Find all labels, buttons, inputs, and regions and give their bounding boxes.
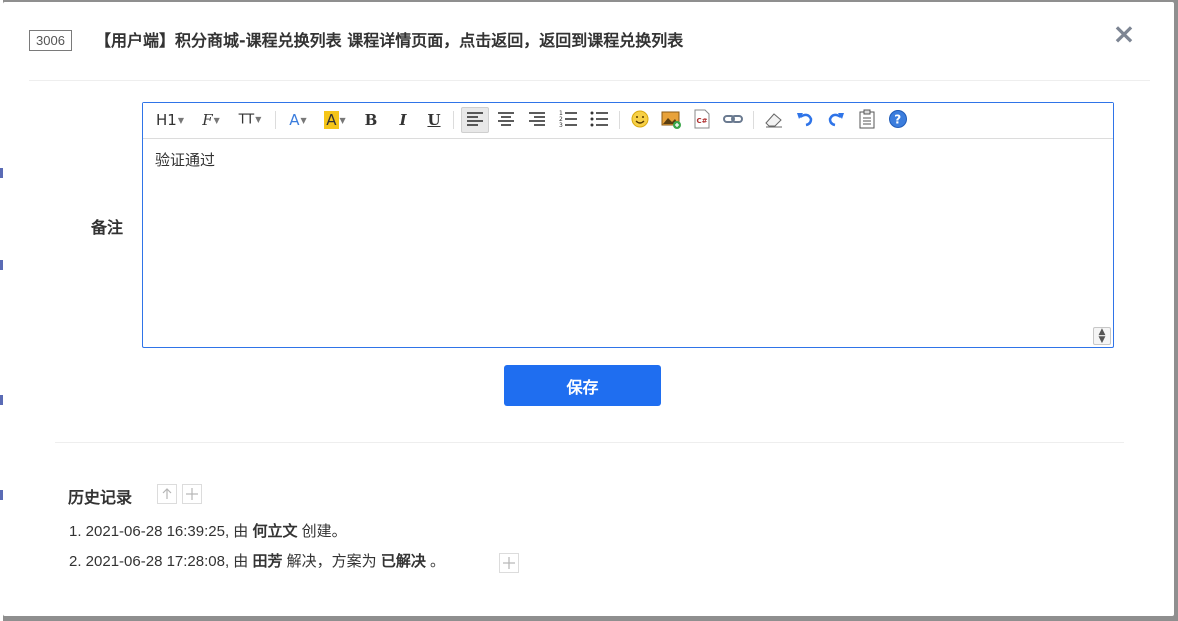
font-family-icon[interactable]: F▼ xyxy=(197,108,225,132)
toolbar-separator xyxy=(619,111,620,129)
emoji-icon[interactable] xyxy=(627,108,653,132)
align-center-icon[interactable] xyxy=(493,108,519,132)
align-left-icon[interactable] xyxy=(461,107,489,133)
note-label: 备注 xyxy=(91,218,124,237)
undo-icon[interactable] xyxy=(792,108,818,132)
redo-icon[interactable] xyxy=(823,108,849,132)
svg-text:3: 3 xyxy=(559,122,563,129)
id-badge: 3006 xyxy=(29,30,72,51)
history-title: 历史记录 xyxy=(68,488,133,507)
toolbar-separator xyxy=(275,111,276,129)
detail-dialog: 3006 【用户端】积分商城-课程兑换列表 课程详情页面，点击返回，返回到课程兑… xyxy=(3,2,1174,616)
ordered-list-icon[interactable]: 123 xyxy=(555,108,581,132)
history-entry: 2. 2021-06-28 17:28:08, 由 田芳 解决，方案为 已解决 … xyxy=(69,553,446,570)
history-result: 已解决 xyxy=(380,553,426,570)
dialog-header: 3006 【用户端】积分商城-课程兑换列表 课程详情页面，点击返回，返回到课程兑… xyxy=(3,2,1174,80)
svg-text:?: ? xyxy=(894,113,901,127)
editor-toolbar: H1▼ F▼ TT▼ A▼ A ▼ B I U 123 C# ? xyxy=(143,103,1113,139)
heading-icon[interactable]: H1▼ xyxy=(153,108,187,132)
plus-icon[interactable] xyxy=(182,484,202,504)
font-color-icon[interactable]: A▼ xyxy=(284,108,312,132)
divider xyxy=(55,442,1124,443)
toolbar-separator xyxy=(753,111,754,129)
font-size-icon[interactable]: TT▼ xyxy=(235,108,265,132)
save-button[interactable]: 保存 xyxy=(504,365,661,406)
history-entry: 1. 2021-06-28 16:39:25, 由 何立文 创建。 xyxy=(69,523,347,540)
code-icon[interactable]: C# xyxy=(689,108,715,132)
align-right-icon[interactable] xyxy=(524,108,550,132)
underline-icon[interactable]: U xyxy=(422,108,446,132)
link-icon[interactable] xyxy=(720,108,746,132)
highlight-color-icon[interactable]: A ▼ xyxy=(320,108,350,132)
history-user: 田芳 xyxy=(252,553,283,570)
rich-text-editor[interactable]: H1▼ F▼ TT▼ A▼ A ▼ B I U 123 C# ? 验证通过 ▲ … xyxy=(142,102,1114,348)
close-icon[interactable]: × xyxy=(1112,20,1136,48)
paste-icon[interactable] xyxy=(854,108,880,132)
italic-icon[interactable]: I xyxy=(391,108,415,132)
eraser-icon[interactable] xyxy=(761,108,787,132)
dialog-title: 【用户端】积分商城-课程兑换列表 课程详情页面，点击返回，返回到课程兑换列表 xyxy=(95,31,684,50)
bold-icon[interactable]: B xyxy=(359,108,383,132)
history-list: 1. 2021-06-28 16:39:25, 由 何立文 创建。 2. 202… xyxy=(69,522,445,582)
image-icon[interactable] xyxy=(658,108,684,132)
unordered-list-icon[interactable] xyxy=(586,108,612,132)
editor-content[interactable]: 验证通过 xyxy=(155,149,215,170)
plus-icon[interactable] xyxy=(499,553,519,573)
toolbar-separator xyxy=(453,111,454,129)
help-icon[interactable]: ? xyxy=(885,108,911,132)
arrow-up-icon[interactable] xyxy=(157,484,177,504)
resize-handle-icon[interactable]: ▲ ▼ xyxy=(1093,327,1111,345)
history-user: 何立文 xyxy=(252,523,298,540)
svg-text:C#: C# xyxy=(697,117,708,125)
divider xyxy=(29,80,1150,81)
